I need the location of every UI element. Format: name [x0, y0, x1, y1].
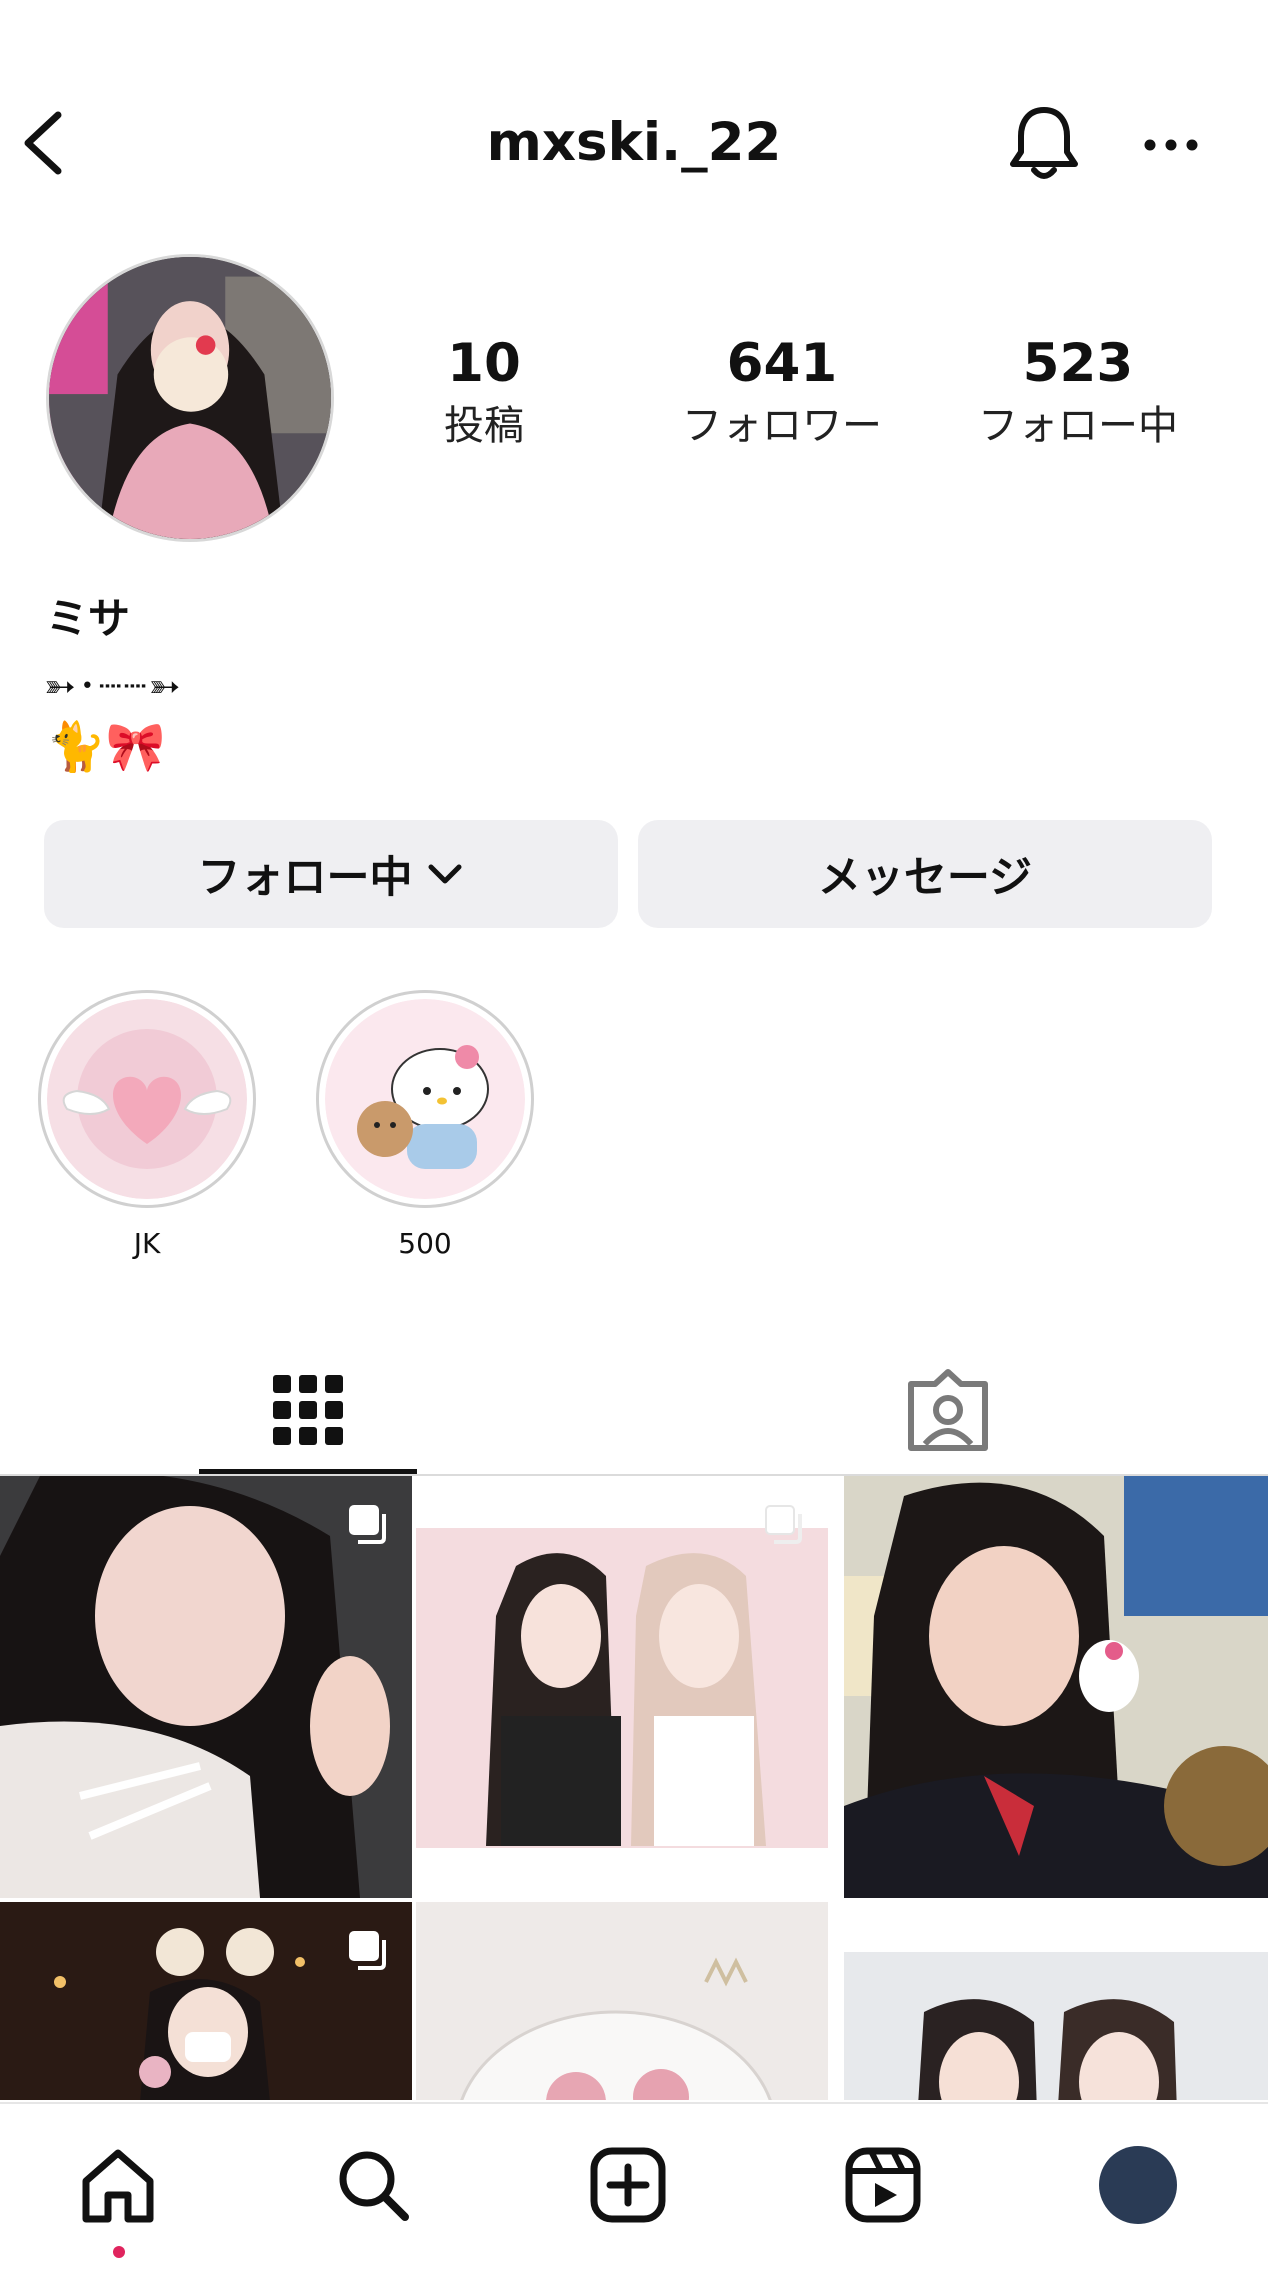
- multiple-photos-icon: [349, 1505, 386, 1544]
- multiple-photos-icon: [349, 1931, 386, 1970]
- chevron-down-icon: [428, 864, 461, 884]
- stat-followers-count: 641: [726, 333, 838, 394]
- message-button-label: メッセージ: [817, 853, 1033, 903]
- create-icon: [590, 2147, 666, 2223]
- post-thumbnail: [844, 1902, 1268, 2100]
- profile-bio-emoji: 🐈🎀: [46, 719, 166, 775]
- nav-create[interactable]: [583, 2140, 673, 2230]
- tagged-user-icon: [908, 1369, 988, 1451]
- notifications-button[interactable]: [1005, 102, 1083, 184]
- stat-following-label: フォロー中: [978, 403, 1178, 449]
- grid-post[interactable]: [0, 1902, 412, 2100]
- profile-avatar[interactable]: [46, 254, 334, 542]
- nav-profile[interactable]: [1093, 2140, 1183, 2230]
- stat-followers[interactable]: 641 フォロワー: [652, 330, 912, 454]
- highlight-500-label: 500: [398, 1227, 452, 1260]
- reels-icon: [845, 2147, 921, 2223]
- grid-post[interactable]: [416, 1902, 828, 2100]
- highlight-jk[interactable]: [38, 990, 256, 1208]
- stat-posts[interactable]: 10 投稿: [354, 330, 614, 454]
- highlight-500[interactable]: [316, 990, 534, 1208]
- grid-post[interactable]: [416, 1476, 828, 1898]
- following-button-label: フォロー中: [197, 853, 413, 903]
- bell-icon: [1010, 107, 1078, 179]
- stat-posts-label: 投稿: [444, 403, 524, 449]
- multiple-photos-icon: [765, 1505, 802, 1544]
- more-options-button[interactable]: [1140, 115, 1202, 175]
- grid-icon: [273, 1375, 343, 1445]
- notification-dot: [113, 2246, 125, 2258]
- post-thumbnail: [844, 1476, 1268, 1898]
- ellipsis-icon: [1144, 139, 1198, 151]
- nav-home[interactable]: [73, 2140, 163, 2230]
- grid-post[interactable]: [844, 1476, 1268, 1898]
- highlight-500-cover: [325, 999, 525, 1199]
- nav-reels[interactable]: [838, 2140, 928, 2230]
- highlight-jk-cover: [47, 999, 247, 1199]
- profile-bio-line: ➳･┈┈➳: [44, 664, 183, 708]
- grid-post[interactable]: [844, 1902, 1268, 2100]
- stat-followers-label: フォロワー: [682, 403, 882, 449]
- stat-following[interactable]: 523 フォロー中: [948, 330, 1208, 454]
- stat-posts-count: 10: [447, 333, 521, 394]
- stat-following-count: 523: [1022, 333, 1134, 394]
- profile-photo: [49, 257, 331, 539]
- grid-post[interactable]: [0, 1476, 412, 1898]
- highlight-jk-label: JK: [133, 1227, 161, 1260]
- profile-avatar-small: [1099, 2146, 1177, 2224]
- following-button[interactable]: フォロー中: [44, 820, 618, 928]
- post-thumbnail: [416, 1902, 828, 2100]
- posts-grid: [0, 1476, 1268, 2100]
- profile-tabs: [0, 1345, 1268, 1475]
- tab-tagged[interactable]: [903, 1360, 993, 1460]
- profile-display-name: ミサ: [46, 594, 131, 643]
- profile-header: mxski._22: [0, 0, 1268, 230]
- nav-search[interactable]: [328, 2140, 418, 2230]
- home-icon: [82, 2149, 154, 2223]
- tab-posts-grid[interactable]: [263, 1365, 353, 1455]
- message-button[interactable]: メッセージ: [638, 820, 1212, 928]
- search-icon: [339, 2151, 409, 2221]
